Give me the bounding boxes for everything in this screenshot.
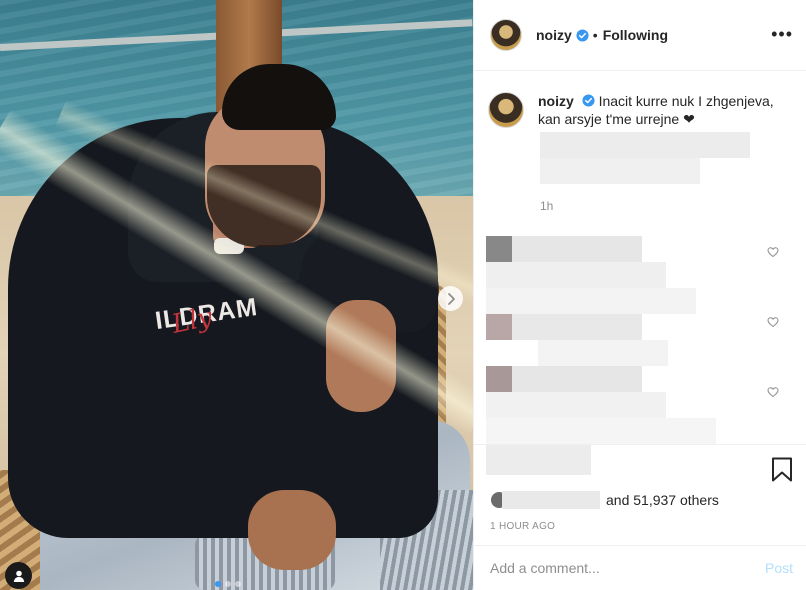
post-time-ago[interactable]: 1 HOUR AGO <box>490 521 555 532</box>
blurred-comment-text <box>512 314 642 340</box>
post-comment-button[interactable]: Post <box>765 560 793 576</box>
carousel-dot-active <box>215 581 221 587</box>
chevron-right-icon <box>447 292 455 305</box>
blurred-comment-text <box>486 418 716 444</box>
post-side-panel: noizy • Following ••• noizy Inacit kurre… <box>473 0 806 590</box>
blurred-comment-avatar <box>486 314 512 340</box>
blurred-comment-text <box>512 236 642 262</box>
heart-icon[interactable] <box>767 246 779 258</box>
hand-lower <box>248 490 336 570</box>
post-photo[interactable]: ILDRAM Lly <box>0 0 473 590</box>
verified-badge-icon <box>576 28 589 42</box>
carousel-dot <box>235 581 241 587</box>
caption: noizy Inacit kurre nuk I zhgenjeva, kan … <box>488 92 798 128</box>
carousel-indicator <box>215 581 241 587</box>
blurred-comment-text <box>512 366 642 392</box>
caption-avatar[interactable] <box>488 92 524 128</box>
heart-icon[interactable] <box>767 316 779 328</box>
blurred-caption-content <box>540 132 750 158</box>
blurred-comment-avatar <box>486 236 512 262</box>
more-options-icon[interactable]: ••• <box>771 25 793 43</box>
caption-text-block: noizy Inacit kurre nuk I zhgenjeva, kan … <box>538 92 788 128</box>
comments-list <box>474 228 806 444</box>
comment-input[interactable] <box>490 560 765 576</box>
blurred-action-icons <box>486 445 591 475</box>
blurred-caption-content <box>540 158 700 184</box>
heart-icon[interactable] <box>767 386 779 398</box>
comment-form: Post <box>474 545 806 590</box>
carousel-dot <box>225 581 231 587</box>
next-photo-button[interactable] <box>438 286 463 311</box>
blurred-comment-text <box>538 340 668 366</box>
following-button[interactable]: Following <box>603 27 668 43</box>
bookmark-icon[interactable] <box>771 457 793 482</box>
author-avatar[interactable] <box>490 19 522 51</box>
caption-timestamp[interactable]: 1h <box>540 199 553 213</box>
caption-body: Inacit kurre nuk I zhgenjeva, kan arsyje… <box>538 93 774 127</box>
blurred-liker-name <box>502 491 600 509</box>
user-tag-icon <box>13 570 24 582</box>
post-header: noizy • Following ••• <box>474 0 806 71</box>
user-tags-button[interactable] <box>5 562 32 589</box>
blurred-comment-text <box>486 288 696 314</box>
instagram-post-view: ILDRAM Lly noizy • Following ••• noizy I… <box>0 0 806 590</box>
header-separator: • <box>592 27 598 43</box>
likes-count-text[interactable]: and 51,937 others <box>606 492 719 508</box>
blurred-comment-text <box>486 262 666 288</box>
post-actions-bar <box>474 444 806 489</box>
blurred-comment-text <box>486 392 666 418</box>
author-username[interactable]: noizy <box>536 27 572 43</box>
likes-summary[interactable]: and 51,937 others <box>490 491 719 509</box>
blurred-comment-avatar <box>486 366 512 392</box>
verified-badge-icon <box>582 94 595 107</box>
caption-username[interactable]: noizy <box>538 93 574 109</box>
